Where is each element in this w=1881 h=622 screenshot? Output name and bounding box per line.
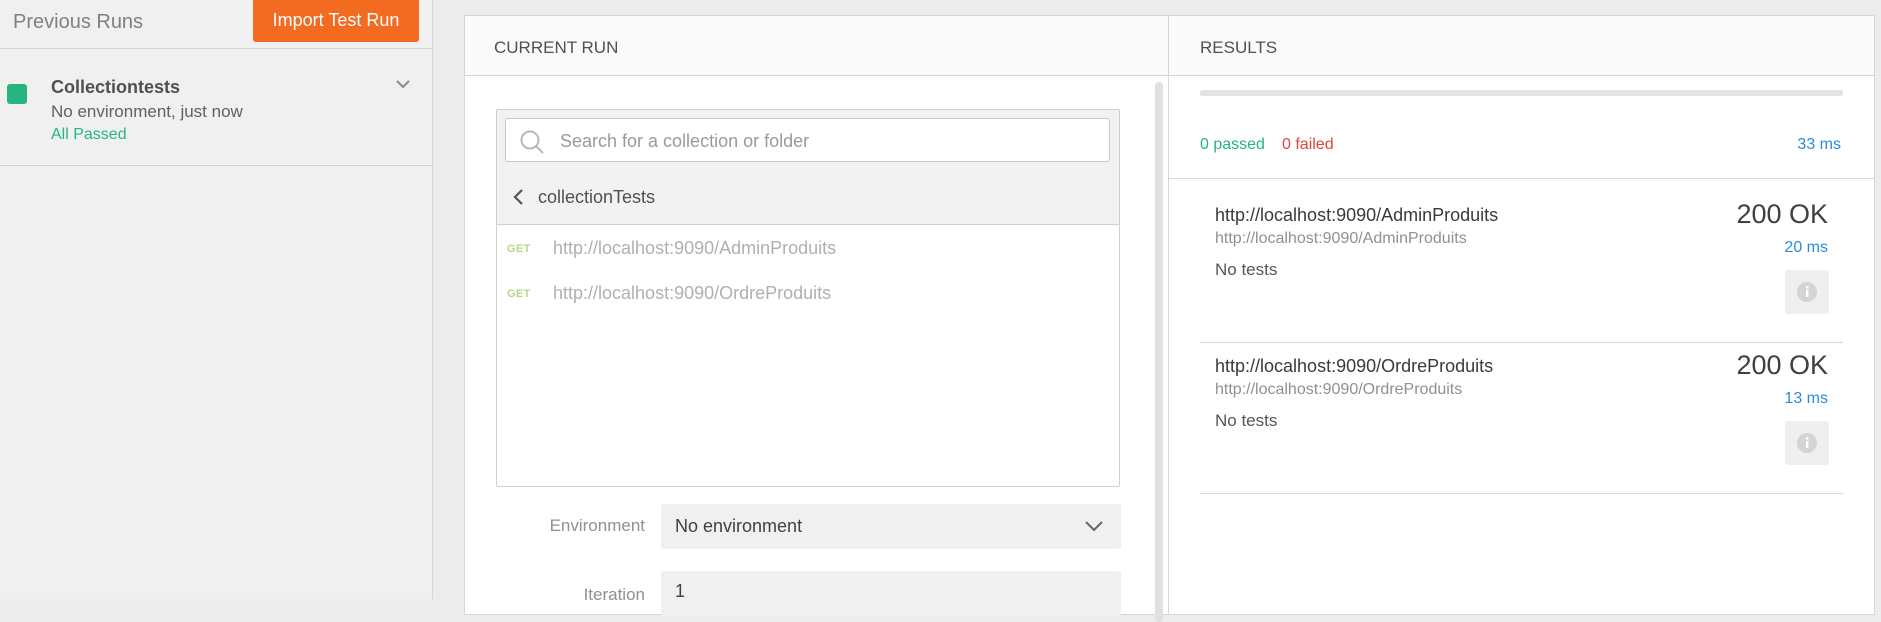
request-url: http://localhost:9090/AdminProduits xyxy=(553,238,837,258)
results-title: RESULTS xyxy=(1200,38,1278,57)
previous-runs-sidebar: Previous Runs Import Test Run Collection… xyxy=(0,0,433,599)
runner-panel: CURRENT RUN collectionTests GET http: xyxy=(464,15,1875,622)
result-url: http://localhost:9090/OrdreProduits xyxy=(1215,381,1463,398)
result-title: http://localhost:9090/AdminProduits xyxy=(1215,205,1499,225)
failed-count: 0 failed xyxy=(1282,136,1334,153)
search-icon xyxy=(520,130,544,154)
environment-value: No environment xyxy=(675,516,803,536)
passed-count: 0 passed xyxy=(1200,136,1265,153)
breadcrumb[interactable]: collectionTests xyxy=(538,187,655,208)
import-test-run-button[interactable]: Import Test Run xyxy=(253,0,419,42)
info-icon xyxy=(1797,433,1817,453)
results-column: RESULTS 0 passed 0 failed 33 ms http://l… xyxy=(1169,16,1874,614)
chevron-down-icon xyxy=(1085,521,1103,532)
sidebar-title: Previous Runs xyxy=(13,11,144,33)
current-run-header: CURRENT RUN xyxy=(465,16,1168,76)
progress-bar xyxy=(1200,90,1843,96)
total-time: 33 ms xyxy=(1797,136,1841,153)
run-name: Collectiontests xyxy=(51,77,181,97)
chevron-left-icon[interactable] xyxy=(511,188,525,206)
result-status: 200 OK xyxy=(1736,199,1828,229)
run-environment: No environment, just now xyxy=(51,102,243,121)
environment-label: Environment xyxy=(549,516,645,535)
info-button[interactable] xyxy=(1785,270,1829,314)
chevron-down-icon[interactable] xyxy=(396,77,410,91)
result-item: http://localhost:9090/AdminProduits http… xyxy=(1200,199,1843,343)
collection-selector: collectionTests GET http://localhost:909… xyxy=(496,109,1120,487)
iteration-label: Iteration xyxy=(583,585,645,604)
current-run-column: CURRENT RUN collectionTests GET http: xyxy=(465,16,1169,622)
result-url: http://localhost:9090/AdminProduits xyxy=(1215,230,1467,247)
collection-selector-top: collectionTests xyxy=(497,110,1119,225)
run-item[interactable]: Collectiontests No environment, just now… xyxy=(0,49,432,166)
run-status-indicator xyxy=(7,84,27,104)
results-header: RESULTS xyxy=(1169,16,1874,76)
result-item: http://localhost:9090/OrdreProduits http… xyxy=(1200,350,1843,494)
search-box[interactable] xyxy=(505,118,1110,162)
request-method: GET xyxy=(507,243,531,255)
sidebar-header: Previous Runs Import Test Run xyxy=(0,0,432,49)
result-status: 200 OK xyxy=(1736,350,1828,380)
environment-select[interactable]: No environment xyxy=(661,504,1121,549)
current-run-title: CURRENT RUN xyxy=(494,38,619,57)
info-button[interactable] xyxy=(1785,421,1829,465)
request-method: GET xyxy=(507,288,531,300)
result-time: 20 ms xyxy=(1784,239,1828,256)
request-url: http://localhost:9090/OrdreProduits xyxy=(553,283,832,303)
run-status: All Passed xyxy=(51,126,127,143)
result-tests: No tests xyxy=(1215,411,1278,430)
info-icon xyxy=(1797,282,1817,302)
results-summary: 0 passed 0 failed 33 ms xyxy=(1169,76,1874,179)
search-input[interactable] xyxy=(558,125,1102,157)
result-tests: No tests xyxy=(1215,260,1278,279)
iteration-input[interactable]: 1 xyxy=(661,571,1121,616)
result-time: 13 ms xyxy=(1784,390,1828,407)
result-title: http://localhost:9090/OrdreProduits xyxy=(1215,356,1494,376)
scrollbar[interactable] xyxy=(1155,82,1163,622)
